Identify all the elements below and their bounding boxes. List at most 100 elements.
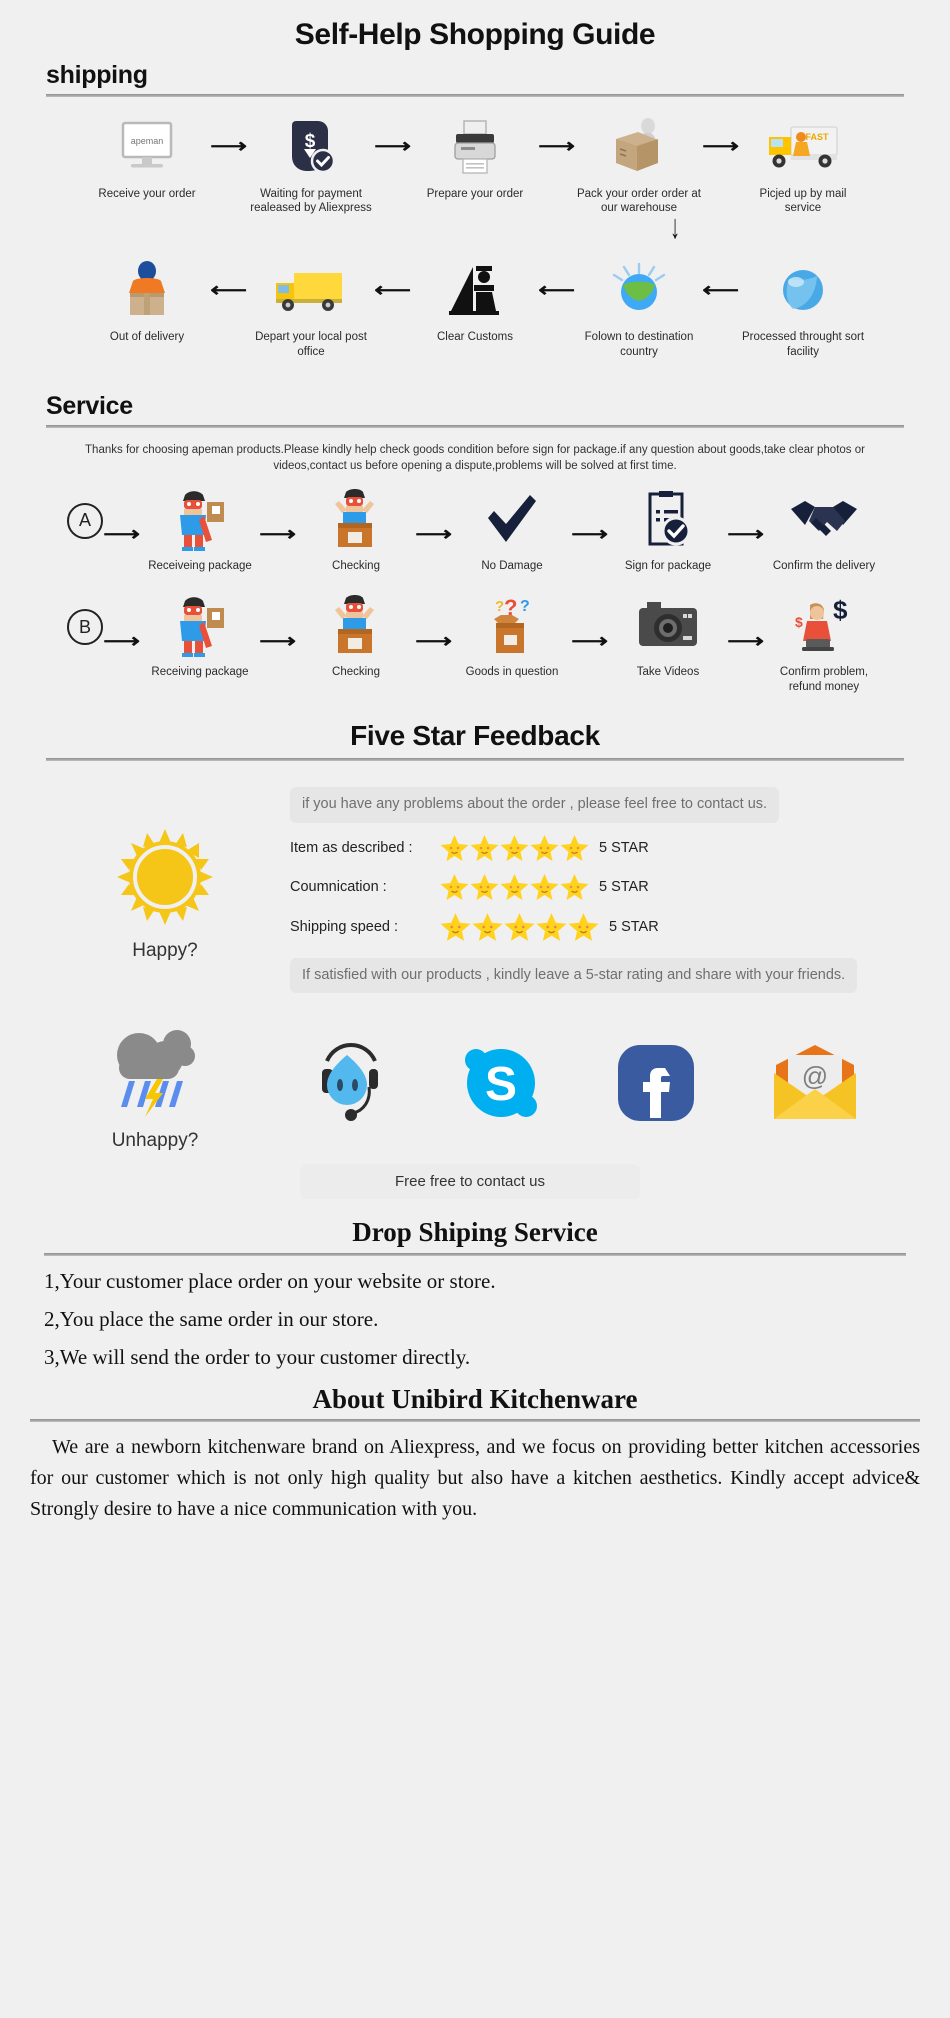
service-step-label: No Damage — [481, 559, 543, 572]
question-box-icon: ? ? ? — [483, 595, 541, 657]
unhappy-label: Unhappy? — [111, 1130, 199, 1152]
rain-cloud-icon — [103, 1019, 207, 1124]
shipping-heading: shipping — [46, 61, 148, 89]
feedback-details: if you have any problems about the order… — [290, 783, 910, 994]
arrow-left-icon: ⟵ — [538, 279, 576, 301]
service-step-label: Sign for package — [624, 559, 712, 572]
arrow-right-icon: ⟶ — [702, 136, 740, 157]
delivery-truck-icon: FAST — [765, 115, 841, 179]
svg-text:?: ? — [520, 598, 530, 615]
service-step-label: Receiveing package — [148, 559, 252, 572]
row-badge-b: B — [67, 609, 103, 646]
dropshipping-step: 1,Your customer place order on your webs… — [44, 1269, 496, 1294]
camera-icon — [637, 595, 699, 657]
page-title: Self-Help Shopping Guide — [294, 18, 656, 51]
svg-text:$: $ — [305, 131, 316, 152]
arrow-right-icon: ⟶ — [374, 136, 412, 157]
happy-label: Happy? — [132, 939, 198, 961]
service-step: $ $ Confirm problem, refund money — [765, 595, 883, 694]
arrow-right-icon: ⟶ — [571, 630, 609, 652]
unhappy-mood: Unhappy? — [40, 1019, 270, 1152]
service-section-header: Service — [46, 392, 904, 428]
arrow-right-icon: ⟶ — [538, 136, 576, 157]
service-step-label: Take Videos — [636, 666, 700, 679]
shipping-step-label: Receive your order — [98, 187, 196, 200]
about-section-header: About Unibird Kitchenware — [30, 1384, 920, 1423]
shipping-step-label: Out of delivery — [109, 331, 185, 344]
shipping-step-label: Pack your order order at our warehouse — [576, 187, 701, 214]
svg-text:$: $ — [795, 614, 803, 630]
svg-text:?: ? — [495, 598, 504, 615]
service-step-label: Confirm the delivery — [772, 559, 876, 572]
shipping-step: FAST Picjed up by mail service — [740, 115, 866, 216]
feedback-section-header: Five Star Feedback — [46, 720, 904, 761]
service-step-label: Receiving package — [151, 666, 249, 679]
bottom-bubble-text: If satisfied with our products , kindly … — [290, 957, 858, 994]
star-rating — [440, 834, 589, 862]
top-bubble-text: if you have any problems about the order… — [290, 786, 780, 823]
shipping-flow-row-2: Out of delivery ⟵ Depart your local post… — [28, 258, 922, 359]
service-step-label: Checking — [332, 559, 380, 572]
rating-value: 5 STAR — [609, 918, 659, 935]
contact-row: Unhappy? S @ — [40, 1019, 910, 1152]
facebook-icon[interactable] — [613, 1040, 699, 1131]
arrow-down-icon: ↓ — [670, 209, 680, 247]
service-step-label: Confirm problem, refund money — [779, 666, 869, 693]
packing-box-icon — [608, 115, 670, 179]
flow-down-arrow-row: ↓ — [0, 209, 950, 246]
rating-row: Coumnication : 5 STAR — [290, 873, 910, 901]
courier-delivery-icon — [118, 258, 176, 322]
arrow-right-icon: ⟶ — [210, 136, 248, 157]
arrow-left-icon: ⟵ — [374, 279, 412, 301]
refund-agent-icon: $ $ — [793, 595, 855, 657]
happy-mood: Happy? — [40, 783, 290, 994]
about-paragraph: We are a newborn kitchenware brand on Al… — [30, 1436, 920, 1521]
divider — [44, 1253, 906, 1257]
divider — [46, 424, 904, 428]
service-step: Sign for package — [609, 489, 727, 573]
skype-icon[interactable]: S — [458, 1040, 544, 1131]
shipping-step: Pack your order order at our warehouse — [576, 115, 702, 216]
shipping-step-label: Prepare your order — [426, 187, 524, 200]
aliwangwang-icon[interactable] — [305, 1041, 389, 1130]
payment-shield-icon: $ — [282, 115, 340, 179]
customs-officer-icon — [443, 258, 507, 322]
rating-label: Coumnication : — [290, 878, 387, 895]
rating-label: Item as described : — [290, 839, 413, 856]
star-rating — [440, 873, 589, 901]
dropshipping-step: 3,We will send the order to your custome… — [44, 1345, 471, 1370]
signed-document-icon — [642, 489, 694, 551]
divider — [46, 757, 904, 761]
arrow-right-icon: ⟶ — [259, 524, 297, 546]
hero-with-parcel-icon — [171, 595, 229, 658]
service-step: ? ? ? Goods in question — [453, 595, 571, 679]
about-heading: About Unibird Kitchenware — [312, 1384, 638, 1415]
contact-bar[interactable]: Free free to contact us — [300, 1164, 640, 1200]
printer-icon — [447, 115, 503, 179]
arrow-right-icon: ⟶ — [259, 630, 297, 652]
rating-row: Shipping speed : 5 STAR — [290, 912, 910, 942]
monitor-apeman-icon: apeman — [117, 115, 177, 179]
service-flow-row-a: A ⟶ Receiveing package ⟶ Checking ⟶ No D… — [0, 488, 950, 573]
service-step: Take Videos — [609, 595, 727, 679]
shipping-section-header: shipping — [46, 61, 904, 97]
globe-sort-icon — [774, 258, 832, 322]
contact-icon-list: S @ — [270, 1040, 910, 1131]
divider — [46, 93, 904, 97]
shipping-step: Depart your local post office — [248, 258, 374, 359]
post-truck-icon — [272, 258, 350, 322]
arrow-right-icon: ⟶ — [103, 524, 141, 546]
shipping-step-label: Picjed up by mail service — [759, 187, 847, 214]
email-icon[interactable]: @ — [768, 1043, 862, 1128]
service-step: No Damage — [453, 489, 571, 573]
sun-icon — [113, 825, 217, 934]
service-step-label: Goods in question — [465, 666, 559, 679]
arrow-left-icon: ⟵ — [210, 279, 248, 301]
arrow-right-icon: ⟶ — [415, 630, 453, 652]
svg-text:$: $ — [833, 597, 848, 625]
feedback-heading: Five Star Feedback — [350, 719, 600, 751]
arrow-left-icon: ⟵ — [702, 279, 740, 301]
service-step: Confirm the delivery — [765, 489, 883, 573]
rating-row: Item as described : 5 STAR — [290, 834, 910, 862]
dropshipping-steps: 1,Your customer place order on your webs… — [44, 1269, 906, 1370]
